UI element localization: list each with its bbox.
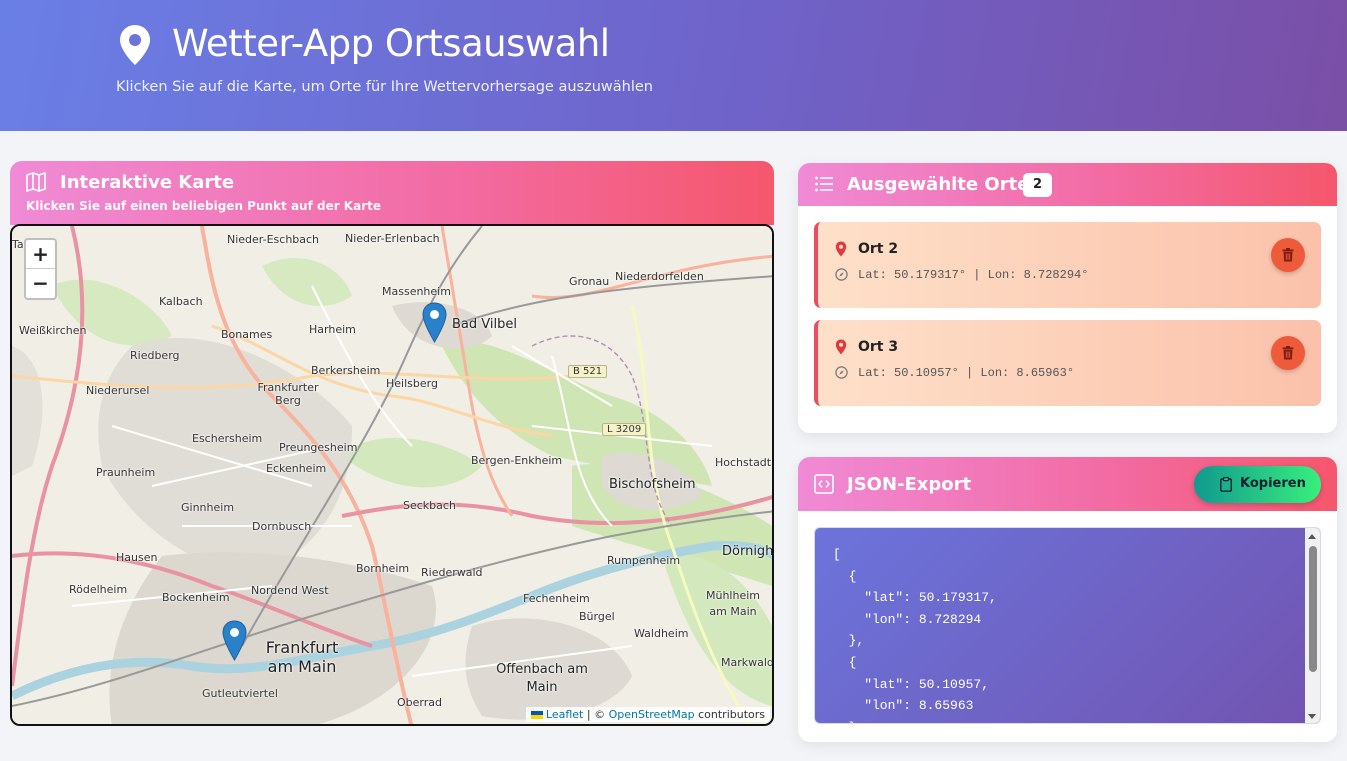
map-label: Preungesheim — [279, 441, 358, 454]
delete-place-button[interactable] — [1271, 336, 1305, 370]
json-export-card: JSON-Export Kopieren [ { "lat": 50.17931… — [798, 457, 1337, 742]
map-label: Bonames — [221, 328, 273, 341]
map-label: Gronau — [569, 275, 610, 288]
json-scrollbar[interactable] — [1305, 528, 1320, 723]
map-label: Hochstadt — [715, 456, 772, 469]
map-label: Niederursel — [86, 384, 150, 397]
trash-icon — [1282, 248, 1294, 262]
map-label: Nordend West — [251, 584, 329, 597]
map-pin-icon — [120, 25, 150, 65]
scroll-up-arrow-icon[interactable] — [1308, 534, 1316, 539]
places-count-badge: 2 — [1023, 173, 1052, 197]
map-marker-icon[interactable] — [222, 620, 247, 661]
map-label: Nieder-Erlenbach — [345, 232, 440, 245]
compass-icon — [835, 366, 848, 379]
zoom-control: + − — [24, 238, 57, 300]
map-label: Riederwald — [421, 566, 483, 579]
map-label: Mühlheim am Main — [705, 589, 760, 618]
map-label: Bergen-Enkheim — [471, 454, 563, 467]
map-label: Massenheim — [382, 285, 451, 298]
page-title: Wetter-App Ortsauswahl — [172, 22, 610, 65]
json-card-title: JSON-Export — [847, 474, 972, 495]
zoom-out-button[interactable]: − — [26, 269, 55, 298]
attribution-separator: | © — [583, 708, 609, 721]
map-label: Bad Vilbel — [452, 317, 517, 332]
selected-places-card: Ausgewählte Orte 2 Ort 2 Lat: 50.179317°… — [798, 163, 1337, 433]
map-label: Hausen — [116, 551, 158, 564]
map-label: Dornbusch — [252, 520, 312, 533]
map-label: Dörnigh — [722, 544, 774, 559]
map-card: Interaktive Karte Klicken Sie auf einen … — [10, 161, 774, 726]
app-header: Wetter-App Ortsauswahl Klicken Sie auf d… — [0, 0, 1347, 131]
leaflet-link[interactable]: Leaflet — [546, 708, 583, 721]
map-card-subtitle: Klicken Sie auf einen beliebigen Punkt a… — [26, 199, 381, 213]
delete-place-button[interactable] — [1271, 238, 1305, 272]
map-label: Rödelheim — [69, 583, 128, 596]
road-label: B 521 — [568, 365, 608, 378]
list-icon — [815, 176, 833, 192]
copy-button[interactable]: Kopieren — [1194, 466, 1321, 503]
map-card-header: Interaktive Karte Klicken Sie auf einen … — [10, 161, 774, 225]
osm-link[interactable]: OpenStreetMap — [609, 708, 695, 721]
map-label: Niederdorfelden — [615, 270, 704, 283]
map-attribution: Leaflet | © OpenStreetMap contributors — [525, 707, 770, 722]
map-label: Nieder-Eschbach — [227, 233, 320, 246]
ukraine-flag-icon — [530, 711, 543, 719]
map-pin-icon — [835, 241, 847, 257]
place-name: Ort 3 — [858, 339, 899, 355]
code-icon — [814, 474, 834, 494]
json-output[interactable]: [ { "lat": 50.179317, "lon": 8.728294 },… — [814, 527, 1321, 724]
map-label: Praunheim — [96, 466, 156, 479]
place-coordinates: Lat: 50.10957° | Lon: 8.65963° — [858, 366, 1075, 380]
zoom-in-button[interactable]: + — [26, 240, 55, 269]
map-label: Heilsberg — [386, 377, 438, 390]
road-label: L 3209 — [602, 423, 647, 436]
map-label: Weißkirchen — [19, 324, 87, 337]
map-label: Offenbach am Main — [496, 662, 588, 695]
map-label: Bischofsheim — [609, 477, 696, 492]
map-label: Riedberg — [130, 349, 180, 362]
map-label: Ginnheim — [181, 501, 235, 514]
map-label: Eckenheim — [266, 462, 327, 475]
attribution-suffix: contributors — [694, 708, 765, 721]
map-label: Oberrad — [397, 696, 442, 709]
map-label: Gutleutviertel — [202, 687, 278, 700]
map-pin-icon — [835, 339, 847, 355]
place-name: Ort 2 — [858, 241, 899, 257]
map-label: Berkersheim — [311, 364, 381, 377]
map-icon — [26, 172, 46, 192]
page-subtitle: Klicken Sie auf die Karte, um Orte für I… — [116, 79, 653, 95]
place-item[interactable]: Ort 2 Lat: 50.179317° | Lon: 8.728294° — [814, 222, 1321, 308]
map-label: Bockenheim — [162, 591, 230, 604]
json-code: [ { "lat": 50.179317, "lon": 8.728294 },… — [833, 547, 997, 723]
map-label: Eschersheim — [192, 432, 263, 445]
scroll-thumb[interactable] — [1309, 546, 1317, 672]
map-label: Markwald — [721, 656, 774, 669]
map-label: Fechenheim — [523, 592, 590, 605]
map-label: Rumpenheim — [607, 554, 681, 567]
scroll-down-arrow-icon[interactable] — [1308, 714, 1316, 719]
interactive-map[interactable]: Ta s) Nieder-Eschbach Nieder-Erlenbach G… — [10, 224, 774, 726]
place-item[interactable]: Ort 3 Lat: 50.10957° | Lon: 8.65963° — [814, 320, 1321, 406]
map-card-title: Interaktive Karte — [60, 172, 235, 193]
map-label: Waldheim — [634, 627, 689, 640]
json-card-header: JSON-Export Kopieren — [798, 457, 1337, 511]
clipboard-icon — [1220, 477, 1232, 492]
place-coordinates: Lat: 50.179317° | Lon: 8.728294° — [858, 268, 1089, 282]
trash-icon — [1282, 346, 1294, 360]
map-label-city: Frankfurt am Main — [265, 638, 339, 676]
places-card-title: Ausgewählte Orte — [847, 174, 1030, 195]
map-label: Bürgel — [579, 610, 615, 623]
map-marker-icon[interactable] — [422, 302, 447, 343]
compass-icon — [835, 268, 848, 281]
map-label: Bornheim — [356, 562, 410, 575]
places-card-header: Ausgewählte Orte 2 — [798, 163, 1337, 206]
copy-button-label: Kopieren — [1240, 476, 1306, 491]
map-label: Frankfurter Berg — [257, 381, 319, 407]
map-label: Seckbach — [403, 499, 456, 512]
map-label: Kalbach — [159, 295, 203, 308]
map-label: Harheim — [309, 323, 356, 336]
